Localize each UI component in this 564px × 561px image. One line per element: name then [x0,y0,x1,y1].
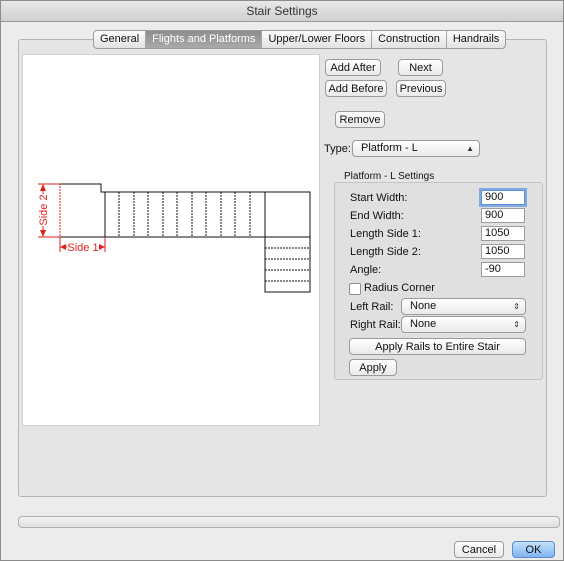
select-arrows-icon: ⇕ [513,320,520,329]
right-rail-label: Right Rail: [350,319,401,331]
progress-bar [18,516,560,528]
cancel-button[interactable]: Cancel [454,541,504,558]
length-side1-field[interactable]: 1050 [481,226,525,241]
right-rail-value: None [410,318,437,330]
next-button[interactable]: Next [398,59,443,76]
left-rail-value: None [410,300,437,312]
length-side2-label: Length Side 2: [350,246,421,258]
angle-label: Angle: [350,264,382,276]
platform-outline [59,183,106,238]
side2-label: Side 2 [38,194,50,225]
radius-corner-checkbox[interactable] [349,283,361,295]
left-rail-label: Left Rail: [350,301,394,313]
start-width-field[interactable]: 900 [481,190,525,205]
tab-upper-lower-floors[interactable]: Upper/Lower Floors [262,31,373,48]
side2-arrow-bottom-icon [40,230,46,237]
start-width-label: Start Width: [350,192,408,204]
previous-button[interactable]: Previous [396,80,446,97]
tab-bar: General Flights and Platforms Upper/Lowe… [93,30,507,49]
type-label: Type: [324,143,351,155]
side1-arrow-left-icon [60,244,66,250]
side1-arrow-right-icon [99,244,105,250]
upper-flight [104,191,266,238]
select-arrows-icon: ⇕ [513,302,520,311]
angle-field[interactable]: -90 [481,262,525,277]
apply-rails-to-entire-stair-button[interactable]: Apply Rails to Entire Stair [349,338,526,355]
tab-construction[interactable]: Construction [372,31,447,48]
end-width-label: End Width: [350,210,404,222]
remove-button[interactable]: Remove [335,111,385,128]
lower-flight [264,236,311,293]
tab-general[interactable]: General [94,31,147,48]
platform-settings-title: Platform - L Settings [344,171,435,182]
stair-settings-window: Stair Settings General Flights and Platf… [0,0,564,561]
add-before-button[interactable]: Add Before [325,80,387,97]
type-select-value: Platform - L [361,142,418,154]
stair-preview: Side 2 Side 1 [22,54,320,426]
window-title: Stair Settings [1,1,563,22]
corner-platform [264,191,311,238]
tab-flights-and-platforms[interactable]: Flights and Platforms [146,31,263,48]
length-side2-field[interactable]: 1050 [481,244,525,259]
select-arrows-icon: ▲ [466,144,474,153]
type-select[interactable]: Platform - L ▲ [352,140,480,157]
end-width-field[interactable]: 900 [481,208,525,223]
side1-label: Side 1 [67,242,98,254]
stair-plan-diagram: Side 2 Side 1 [37,183,311,293]
side2-arrow-top-icon [40,184,46,191]
radius-corner-label: Radius Corner [364,282,435,294]
ok-button[interactable]: OK [512,541,555,558]
apply-button[interactable]: Apply [349,359,397,376]
right-rail-select[interactable]: None ⇕ [401,316,526,333]
add-after-button[interactable]: Add After [325,59,381,76]
length-side1-label: Length Side 1: [350,228,421,240]
left-rail-select[interactable]: None ⇕ [401,298,526,315]
tab-handrails[interactable]: Handrails [447,31,505,48]
